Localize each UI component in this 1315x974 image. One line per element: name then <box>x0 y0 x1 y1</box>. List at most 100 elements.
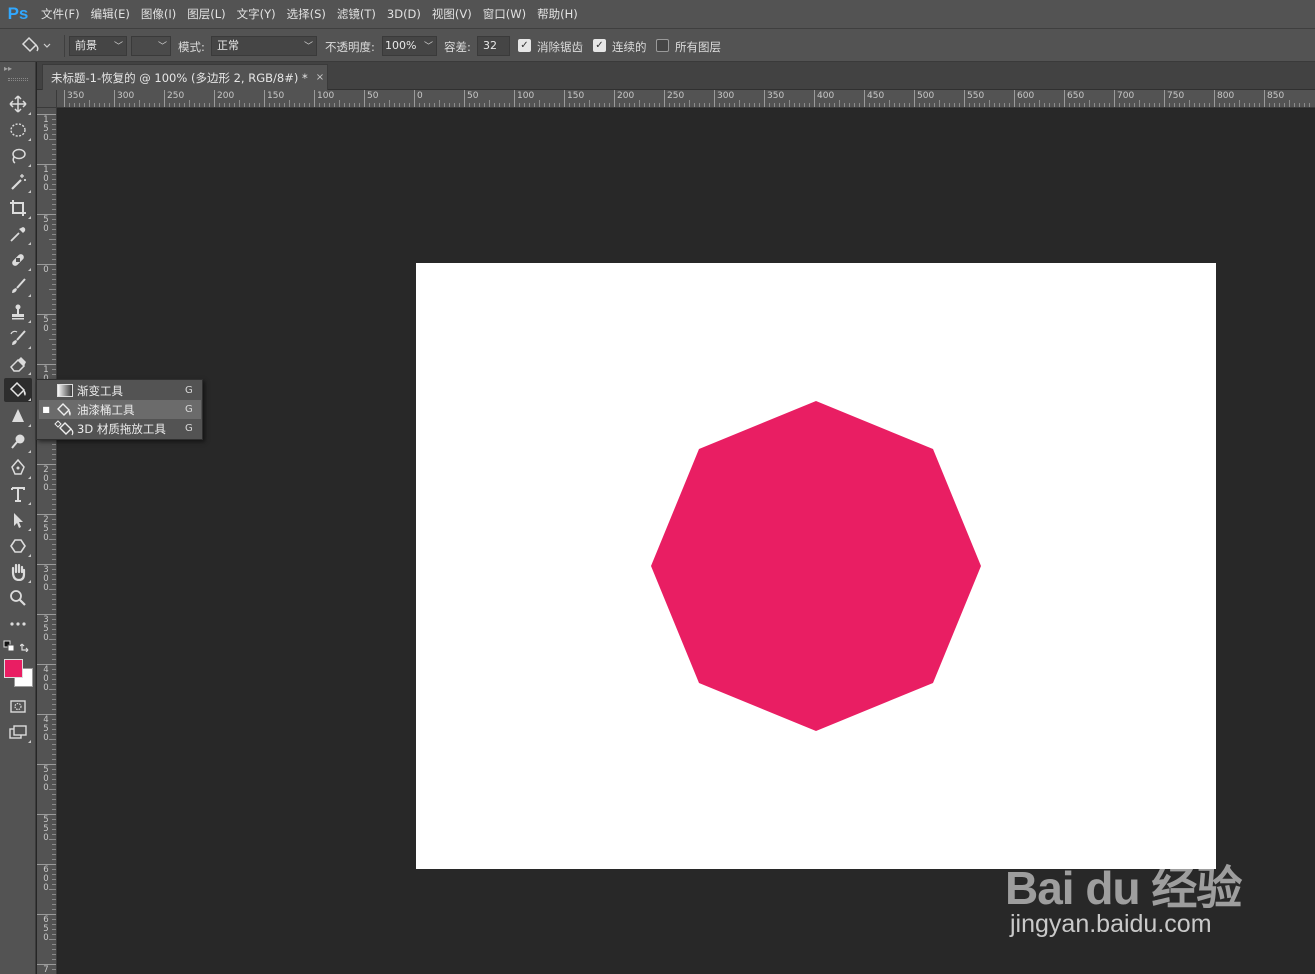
ruler-minor-tick <box>279 103 280 107</box>
marquee-tool[interactable] <box>4 118 32 142</box>
ruler-minor-tick <box>52 724 56 725</box>
ruler-minor-tick <box>694 103 695 107</box>
ruler-minor-tick <box>84 103 85 107</box>
stamp-tool[interactable] <box>4 300 32 324</box>
ruler-minor-tick <box>149 103 150 107</box>
zoom-tool[interactable] <box>4 586 32 610</box>
menu-select[interactable]: 选择(S) <box>282 0 331 28</box>
menu-type[interactable]: 文字(Y) <box>232 0 281 28</box>
document-canvas[interactable] <box>416 263 1216 869</box>
ruler-minor-tick <box>52 609 56 610</box>
pattern-picker[interactable]: ﹀ <box>131 36 171 56</box>
ruler-minor-tick <box>52 744 56 745</box>
screen-mode-button[interactable] <box>4 720 32 744</box>
crop-tool[interactable] <box>4 196 32 220</box>
eyedropper-tool[interactable] <box>4 222 32 246</box>
mode-select[interactable]: 正常 ﹀ <box>211 36 317 56</box>
panel-collapse-icon[interactable]: ▸▸ <box>4 64 12 73</box>
eraser-tool[interactable] <box>4 352 32 376</box>
move-tool[interactable] <box>4 92 32 116</box>
more-tools[interactable] <box>4 612 32 636</box>
panel-grip[interactable] <box>8 78 28 81</box>
type-tool[interactable] <box>4 482 32 506</box>
divider <box>64 35 65 57</box>
flyout-item-3d-material-drop[interactable]: 3D 材质拖放工具 G <box>39 419 201 438</box>
ruler-minor-tick <box>52 679 56 680</box>
pen-tool[interactable] <box>4 456 32 480</box>
contiguous-checkbox[interactable]: ✓ <box>593 39 606 52</box>
brush-tool[interactable] <box>4 274 32 298</box>
ruler-minor-tick <box>789 100 790 107</box>
ruler-minor-tick <box>49 489 56 490</box>
ruler-minor-tick <box>1084 103 1085 107</box>
swap-colors-icon[interactable] <box>20 640 32 652</box>
ruler-minor-tick <box>1174 103 1175 107</box>
eraser-icon <box>10 357 26 372</box>
ruler-minor-tick <box>669 103 670 107</box>
ruler-minor-tick <box>1129 103 1130 107</box>
ruler-minor-tick <box>299 103 300 107</box>
history-brush-tool[interactable] <box>4 326 32 350</box>
tolerance-field[interactable]: 32 <box>477 36 510 56</box>
close-icon[interactable]: × <box>316 72 324 83</box>
ruler-minor-tick <box>52 129 56 130</box>
menu-help[interactable]: 帮助(H) <box>532 0 583 28</box>
ruler-minor-tick <box>1119 103 1120 107</box>
ruler-minor-tick <box>52 249 56 250</box>
paint-bucket-tool[interactable] <box>4 378 32 402</box>
menu-file[interactable]: 文件(F) <box>36 0 85 28</box>
lasso-tool[interactable] <box>4 144 32 168</box>
ruler-minor-tick <box>249 103 250 107</box>
foreground-color-swatch[interactable] <box>4 659 23 678</box>
menu-edit[interactable]: 编辑(E) <box>86 0 135 28</box>
fill-source-select[interactable]: 前景 ﹀ <box>69 36 127 56</box>
ruler-minor-tick <box>1079 103 1080 107</box>
hand-tool[interactable] <box>4 560 32 584</box>
ruler-minor-tick <box>704 103 705 107</box>
ruler-origin[interactable] <box>37 90 57 108</box>
path-selection-tool[interactable] <box>4 508 32 532</box>
ruler-minor-tick <box>52 219 56 220</box>
menu-layer[interactable]: 图层(L) <box>182 0 230 28</box>
ruler-tick-label: 300 <box>717 91 735 101</box>
ruler-minor-tick <box>52 484 56 485</box>
flyout-item-paint-bucket[interactable]: ■ 油漆桶工具 G <box>39 400 201 419</box>
document-tab[interactable]: 未标题-1-恢复的 @ 100% (多边形 2, RGB/8#) * × <box>42 64 328 90</box>
tool-preset-picker[interactable] <box>18 35 56 57</box>
mode-value: 正常 <box>217 39 239 52</box>
ruler-minor-tick <box>389 100 390 107</box>
menu-image[interactable]: 图像(I) <box>136 0 181 28</box>
quick-mask-button[interactable] <box>4 694 32 718</box>
healing-brush-tool[interactable] <box>4 248 32 272</box>
ruler-minor-tick <box>1149 103 1150 107</box>
magic-wand-tool[interactable] <box>4 170 32 194</box>
ruler-minor-tick <box>724 103 725 107</box>
shape-tool[interactable] <box>4 534 32 558</box>
antialias-checkbox[interactable]: ✓ <box>518 39 531 52</box>
ruler-major-tick <box>314 90 315 107</box>
menu-filter[interactable]: 滤镜(T) <box>332 0 381 28</box>
ruler-minor-tick <box>449 103 450 107</box>
default-colors-icon[interactable] <box>3 640 15 652</box>
menu-window[interactable]: 窗口(W) <box>478 0 531 28</box>
opacity-value: 100% <box>385 39 417 52</box>
menu-view[interactable]: 视图(V) <box>427 0 477 28</box>
all-layers-checkbox[interactable] <box>656 39 669 52</box>
opacity-field[interactable]: 100% ﹀ <box>382 36 437 56</box>
vertical-ruler[interactable]: 1501005005010015020025030035040045050055… <box>37 108 57 974</box>
canvas-artwork <box>651 401 981 731</box>
flyout-item-gradient[interactable]: 渐变工具 G <box>39 381 201 400</box>
ruler-minor-tick <box>869 103 870 107</box>
ruler-minor-tick <box>52 944 56 945</box>
menu-3d[interactable]: 3D(D) <box>382 0 426 28</box>
dodge-tool[interactable] <box>4 430 32 454</box>
blur-tool[interactable] <box>4 404 32 428</box>
ruler-minor-tick <box>539 100 540 107</box>
ruler-minor-tick <box>1159 103 1160 107</box>
octagon-shape[interactable] <box>651 401 981 731</box>
ruler-minor-tick <box>52 444 56 445</box>
ruler-minor-tick <box>52 934 56 935</box>
ruler-minor-tick <box>444 103 445 107</box>
horizontal-ruler[interactable]: 350 300 250 200 150 100 50 0 50 100 150 200 250 300 35… <box>57 90 1315 108</box>
ruler-minor-tick <box>584 103 585 107</box>
